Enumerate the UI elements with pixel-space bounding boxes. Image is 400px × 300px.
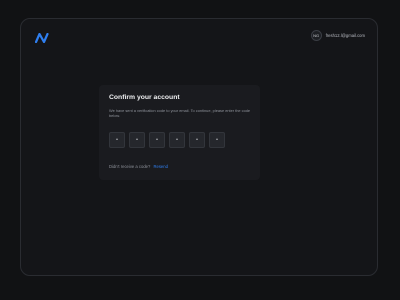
user-menu[interactable]: NG fresh12.l@gmail.com bbox=[310, 30, 365, 41]
resend-row: Didn't receive a code? Resend bbox=[109, 164, 168, 169]
otp-digit-input-5[interactable]: • bbox=[189, 132, 205, 148]
card-title: Confirm your account bbox=[109, 94, 180, 101]
confirm-account-card: Confirm your account We have sent a veri… bbox=[99, 85, 260, 180]
otp-input-group: • • • • • • bbox=[109, 132, 225, 148]
otp-digit-input-4[interactable]: • bbox=[169, 132, 185, 148]
otp-digit-input-2[interactable]: • bbox=[129, 132, 145, 148]
otp-digit-input-1[interactable]: • bbox=[109, 132, 125, 148]
card-description: We have sent a verification code to your… bbox=[109, 108, 251, 119]
resend-link[interactable]: Resend bbox=[153, 164, 167, 169]
n-logo-icon[interactable] bbox=[34, 30, 49, 44]
avatar[interactable]: NG bbox=[310, 30, 322, 41]
resend-prompt: Didn't receive a code? bbox=[109, 164, 151, 169]
user-email: fresh12.l@gmail.com bbox=[325, 33, 365, 38]
otp-digit-input-3[interactable]: • bbox=[149, 132, 165, 148]
otp-digit-input-6[interactable]: • bbox=[209, 132, 225, 148]
